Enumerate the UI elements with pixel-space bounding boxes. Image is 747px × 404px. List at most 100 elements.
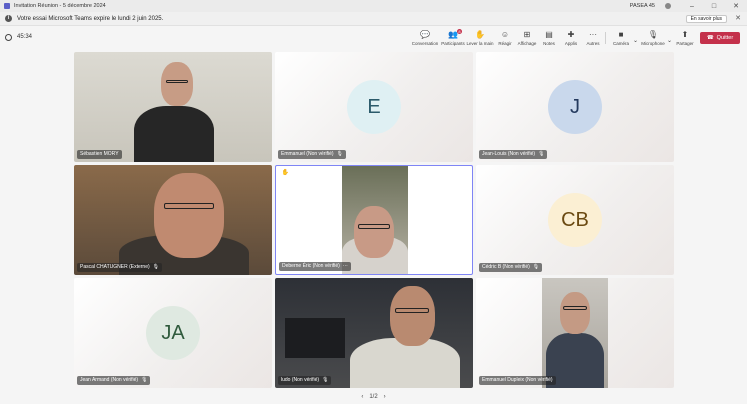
close-window-icon[interactable]: ✕ [725,2,747,10]
react-icon: ☺ [500,30,510,39]
participant-avatar: JA [146,306,200,360]
chat-label: Conversation [411,41,439,46]
leave-button[interactable]: ☎ Quitter [700,32,740,44]
avatar-initials: E [367,95,381,118]
notes-icon: ▤ [545,30,553,39]
participant-avatar: E [347,80,401,134]
more-options-icon[interactable]: ··· [343,262,348,271]
participants-button[interactable]: 👥 8 Participants [438,29,468,46]
chat-button[interactable]: 💬 Conversation [410,30,440,46]
account-avatar[interactable] [665,3,671,9]
next-page-chevron-icon[interactable]: › [384,394,386,400]
banner-message: Votre essai Microsoft Teams expire le lu… [17,15,164,22]
avatar-tile[interactable]: E Emmanuel (Non vérifié) 🎙 [275,52,473,162]
meeting-toolbar: 45:34 💬 Conversation 👥 8 Participants ✋ L… [0,27,747,49]
participants-count-badge: 8 [456,29,462,34]
participant-name-tag: Jean-Louis (Non vérifié) 🎙 [479,150,548,159]
avatar-tile[interactable]: J Jean-Louis (Non vérifié) 🎙 [476,52,674,162]
participant-name: Emmanuel Dupleix (Non vérifié) [482,377,553,383]
participant-face [560,292,590,334]
mic-muted-icon: 🎙 [336,151,343,157]
participant-name: Deberne Éric (Non vérifié) [282,263,340,269]
participant-name: Sébastien MORY [80,151,119,157]
raised-hand-indicator-icon: ✋ [279,169,292,178]
video-tile[interactable]: Sébastien MORY [74,52,272,162]
glasses [166,80,188,83]
participant-name-tag: Emmanuel (Non vérifié) 🎙 [278,150,346,159]
video-feed [342,166,408,274]
trial-banner: i Votre essai Microsoft Teams expire le … [0,12,747,26]
camera-button[interactable]: ■ Caméra [606,30,636,46]
video-feed [542,278,608,388]
participant-avatar: CB [548,193,602,247]
share-button[interactable]: ⬆ Partager [670,30,700,46]
more-label: Autres [586,41,600,46]
active-speaker-tile[interactable]: ✋ Deberne Éric (Non vérifié) ··· [275,165,473,275]
participant-avatar: J [548,80,602,134]
learn-more-button[interactable]: En savoir plus [685,15,727,23]
participant-grid: Sébastien MORY E Emmanuel (Non vérifié) 🎙… [0,49,747,390]
glasses [563,306,587,310]
more-icon: ··· [589,30,597,39]
participant-face [390,286,435,346]
mic-muted-icon: 🎙 [532,264,540,270]
participant-name-tag: Cédric B (Non vérifié) 🎙 [479,263,543,272]
share-label: Partager [676,41,694,46]
mic-muted-icon: 🎙 [152,264,160,270]
minimize-icon[interactable]: – [681,3,703,10]
participant-name: Pascal CHATUGNER (Externe) [80,264,150,270]
participant-name-tag: Pascal CHATUGNER (Externe) 🎙 [77,263,163,272]
people-icon: 👥 8 [448,29,462,39]
participant-face [154,173,224,258]
glasses [164,203,214,209]
participant-name: ludo (Non vérifié) [281,377,320,383]
avatar-tile[interactable]: CB Cédric B (Non vérifié) 🎙 [476,165,674,275]
maximize-icon[interactable]: □ [703,3,725,10]
apps-icon: ✚ [567,30,575,39]
participant-name: Cédric B (Non vérifié) [482,264,530,270]
react-label: Réagir [498,41,512,46]
avatar-tile[interactable]: JA Jean Armand (Non vérifié) 🎙 [74,278,272,388]
avatar-initials: CB [561,208,589,231]
banner-close-icon[interactable]: ✕ [735,14,741,22]
glasses [358,224,390,229]
participant-name: Jean Armand (Non vérifié) [80,377,139,383]
previous-page-chevron-icon[interactable]: ‹ [361,394,363,400]
meeting-info-icon[interactable] [5,34,12,41]
teams-logo-icon [4,3,10,9]
microphone-label: Microphone [641,41,665,46]
participant-name-tag: Sébastien MORY [77,150,122,159]
microphone-icon: 🎙 [647,30,659,39]
camera-icon: ■ [618,30,624,39]
grid-pager: ‹ 1/2 › [0,390,747,404]
participant-name: Jean-Louis (Non vérifié) [482,151,536,157]
raise-hand-icon: ✋ [475,30,485,39]
video-tile[interactable]: ludo (Non vérifié) 🎙 [275,278,473,388]
avatar-initials: JA [161,321,185,344]
background-shelf [285,318,345,358]
mic-muted-icon: 🎙 [538,151,545,157]
meeting-timer: 45:34 [17,34,33,40]
avatar-initials: J [570,95,580,118]
camera-label: Caméra [612,41,629,46]
participant-face [354,206,394,258]
window-title-bar: Invitation Réunion - 5 décembre 2024 PAS… [0,0,747,12]
share-icon: ⬆ [681,30,689,39]
participant-name-tag: Jean Armand (Non vérifié) 🎙 [77,376,151,385]
participant-name-tag: Deberne Éric (Non vérifié) ··· [279,262,351,271]
phone-hangup-icon: ☎ [706,35,714,41]
notes-label: Notes [543,41,555,46]
info-icon: i [5,15,12,22]
view-icon: ⊞ [523,30,531,39]
video-tile[interactable]: Emmanuel Dupleix (Non vérifié) [476,278,674,388]
chat-icon: 💬 [420,30,430,39]
video-tile[interactable]: Pascal CHATUGNER (Externe) 🎙 [74,165,272,275]
more-button[interactable]: ··· Autres [578,30,608,46]
participants-label: Participants [441,41,465,46]
participant-face [161,62,193,106]
account-name[interactable]: PASEA 45 [630,3,655,9]
microphone-button[interactable]: 🎙 Microphone [638,30,668,46]
participant-name-tag: ludo (Non vérifié) 🎙 [278,376,332,385]
leave-label: Quitter [716,35,734,41]
window-title: Invitation Réunion - 5 décembre 2024 [14,3,106,9]
